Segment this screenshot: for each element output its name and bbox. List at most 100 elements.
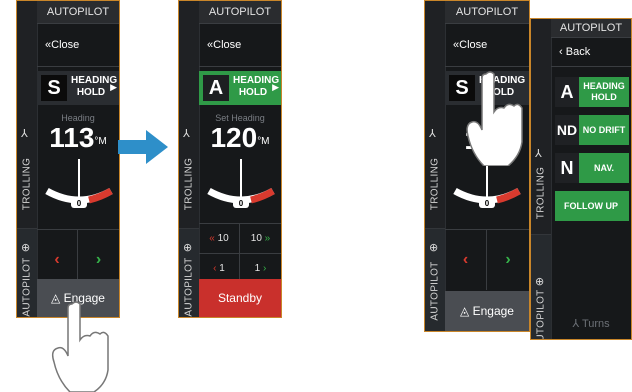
autopilot-icon: ⊕ xyxy=(183,242,193,254)
side-rail: ⅄ TROLLING ⊕ AUTOPILOT xyxy=(17,1,38,317)
side-rail: ⅄ TROLLING ⊕ AUTOPILOT xyxy=(179,1,200,317)
rudder-indicator: 0 xyxy=(207,159,275,208)
autopilot-panel-1: ⅄ TROLLING ⊕ AUTOPILOT AUTOPILOT «Close … xyxy=(16,0,120,318)
readout-unit: °M xyxy=(94,136,107,147)
port-1-label: 1 xyxy=(219,263,225,274)
transition-arrow-icon xyxy=(118,130,168,164)
autopilot-panel-2: ⅄ TROLLING ⊕ AUTOPILOT AUTOPILOT «Close … xyxy=(178,0,282,318)
panel-content: AUTOPILOT ‹ Back A HEADING HOLD ND NO DR… xyxy=(551,19,631,339)
close-button[interactable]: «Close xyxy=(37,23,119,67)
port-button[interactable]: ‹ xyxy=(445,230,487,290)
mode-selector[interactable]: S HEADING HOLD ▶ xyxy=(37,71,119,105)
tab-trolling[interactable]: ⅄ TROLLING xyxy=(179,109,199,229)
tab-autopilot[interactable]: ⊕ AUTOPILOT xyxy=(425,229,445,331)
readout-number: 120 xyxy=(210,122,258,153)
tab-trolling[interactable]: ⅄ TROLLING xyxy=(425,109,445,229)
turns-label: Turns xyxy=(581,318,610,330)
tab-autopilot[interactable]: ⊕ AUTOPILOT xyxy=(17,229,37,317)
back-button[interactable]: ‹ Back xyxy=(551,37,631,67)
close-button[interactable]: «Close xyxy=(445,23,529,67)
back-label: Back xyxy=(565,46,591,58)
close-label: Close xyxy=(459,39,488,51)
mode-arrow-icon: ▶ xyxy=(272,82,279,92)
autopilot-icon: ⊕ xyxy=(21,242,31,254)
engage-icon: ◬ xyxy=(460,304,470,318)
double-chevron-right-icon: » xyxy=(264,233,271,244)
mode-label: HEADING HOLD xyxy=(233,75,280,98)
side-rail: ⅄ TROLLING ⊕ AUTOPILOT xyxy=(425,1,446,331)
readout-value: 113°M xyxy=(37,123,119,153)
double-chevron-left-icon: « xyxy=(209,233,215,244)
tab-trolling-label: TROLLING xyxy=(535,166,547,220)
tab-trolling-label: TROLLING xyxy=(183,157,195,211)
panel-title: AUTOPILOT xyxy=(37,1,119,24)
tab-trolling[interactable]: ⅄ TROLLING xyxy=(17,109,37,229)
autopilot-panel-3: ⅄ TROLLING ⊕ AUTOPILOT AUTOPILOT «Close … xyxy=(424,0,530,332)
engage-label: Engage xyxy=(472,304,514,318)
close-label: Close xyxy=(213,39,242,51)
rudder-arc-red xyxy=(250,187,275,204)
panel-content: AUTOPILOT «Close S HEADING HOLD 113 0 ‹ … xyxy=(445,1,529,331)
menu-item-letter: ND xyxy=(555,115,579,145)
panel-content: AUTOPILOT «Close A HEADING HOLD ▶ Set He… xyxy=(199,1,281,317)
tab-autopilot[interactable]: ⊕ AUTOPILOT xyxy=(179,229,199,317)
starboard-10-button[interactable]: 10 » xyxy=(240,224,281,254)
starboard-1-label: 1 xyxy=(254,263,261,274)
close-label: Close xyxy=(51,39,80,51)
mode-menu-panel: ⅄ TROLLING ⊕ AUTOPILOT AUTOPILOT ‹ Back … xyxy=(530,18,632,340)
readout-number: 113 xyxy=(49,122,95,153)
menu-item-letter: N xyxy=(555,153,579,183)
menu-item-follow-up[interactable]: FOLLOW UP xyxy=(555,191,629,221)
mode-letter: S xyxy=(41,75,67,101)
panel-content: AUTOPILOT «Close S HEADING HOLD ▶ Headin… xyxy=(37,1,119,317)
rudder-arc-red xyxy=(88,187,113,204)
step-10-row: « 10 10 » xyxy=(199,223,281,254)
trolling-icon: ⅄ xyxy=(183,128,190,140)
mode-selector[interactable]: A HEADING HOLD ▶ xyxy=(199,71,281,105)
menu-item-no-drift[interactable]: ND NO DRIFT xyxy=(555,115,629,145)
rudder-arc-red xyxy=(496,187,521,204)
tab-autopilot-label: AUTOPILOT xyxy=(429,261,441,321)
mode-letter: A xyxy=(203,75,229,101)
panel-title: AUTOPILOT xyxy=(445,1,529,24)
chevron-left-icon: ‹ xyxy=(559,46,563,58)
rudder-value: 0 xyxy=(77,199,82,208)
engage-button[interactable]: ◬ Engage xyxy=(445,291,529,331)
port-starboard-buttons: ‹ › xyxy=(445,229,529,290)
side-rail: ⅄ TROLLING ⊕ AUTOPILOT xyxy=(531,19,552,339)
tab-autopilot-label: AUTOPILOT xyxy=(183,257,195,317)
standby-button[interactable]: Standby xyxy=(199,279,281,317)
tab-trolling-label: TROLLING xyxy=(429,157,441,211)
rudder-indicator: 0 xyxy=(45,159,113,208)
starboard-10-label: 10 xyxy=(250,233,262,244)
mode-arrow-icon: ▶ xyxy=(110,82,117,92)
tab-trolling-label: TROLLING xyxy=(21,157,33,211)
tab-autopilot-label: AUTOPILOT xyxy=(535,289,547,340)
port-10-button[interactable]: « 10 xyxy=(199,224,240,254)
heading-readout: Set Heading 120°M xyxy=(199,113,281,153)
rudder-value: 0 xyxy=(485,199,490,208)
tab-trolling[interactable]: ⅄ TROLLING xyxy=(531,115,551,235)
panel-title: AUTOPILOT xyxy=(199,1,281,24)
panel-title: AUTOPILOT xyxy=(551,19,631,38)
menu-item-letter: A xyxy=(555,77,579,107)
menu-item-label: FOLLOW UP xyxy=(564,200,618,211)
menu-item-heading-hold[interactable]: A HEADING HOLD xyxy=(555,77,629,107)
hand-pointer-icon xyxy=(51,301,109,392)
chevron-left-icon: ‹ xyxy=(213,263,217,274)
heading-readout: Heading 113°M xyxy=(37,113,119,153)
tab-autopilot[interactable]: ⊕ AUTOPILOT xyxy=(531,235,551,340)
turns-icon: ⅄ xyxy=(572,318,580,330)
menu-item-label: NAV. xyxy=(593,162,614,173)
starboard-button[interactable]: › xyxy=(487,230,529,290)
standby-label: Standby xyxy=(217,291,263,305)
close-button[interactable]: «Close xyxy=(199,23,281,67)
menu-item-label: NO DRIFT xyxy=(582,124,626,135)
menu-item-nav[interactable]: N NAV. xyxy=(555,153,629,183)
chevron-right-icon: › xyxy=(263,263,267,274)
autopilot-icon: ⊕ xyxy=(429,242,439,254)
hand-pointer-icon xyxy=(466,71,523,166)
tab-autopilot-label: AUTOPILOT xyxy=(21,257,33,317)
turns-button[interactable]: ⅄ Turns xyxy=(551,309,631,339)
readout-value: 120°M xyxy=(199,123,281,153)
